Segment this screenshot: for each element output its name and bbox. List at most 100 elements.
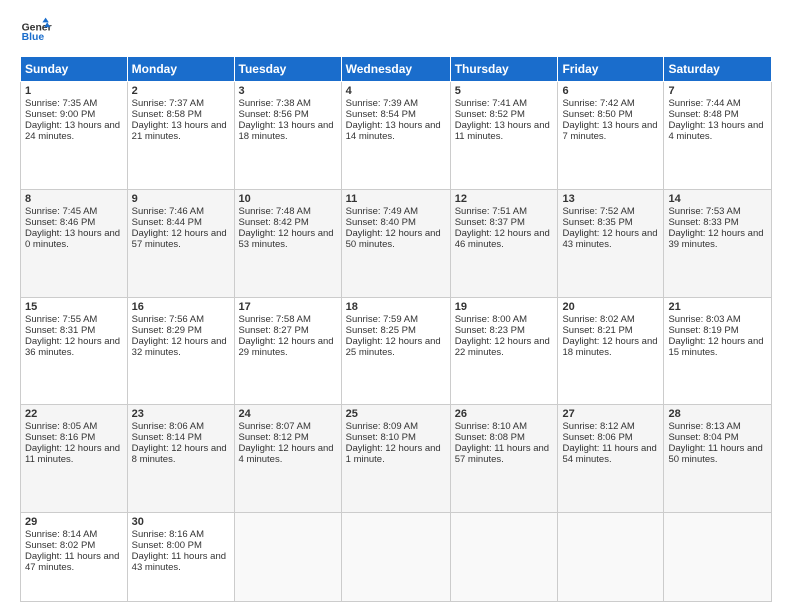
sunset-text: Sunset: 8:56 PM [239,109,309,120]
sunrise-text: Sunrise: 8:10 AM [455,421,527,432]
day-number: 4 [346,85,446,97]
sunset-text: Sunset: 8:25 PM [346,325,416,336]
sunset-text: Sunset: 8:31 PM [25,325,95,336]
sunrise-text: Sunrise: 8:14 AM [25,529,97,540]
calendar-cell: 1Sunrise: 7:35 AMSunset: 9:00 PMDaylight… [21,82,128,190]
sunset-text: Sunset: 8:16 PM [25,432,95,443]
sunrise-text: Sunrise: 7:49 AM [346,206,418,217]
daylight-text: Daylight: 13 hours and 24 minutes. [25,120,120,142]
sunrise-text: Sunrise: 7:35 AM [25,98,97,109]
day-number: 17 [239,301,337,313]
day-number: 27 [562,408,659,420]
calendar-cell: 6Sunrise: 7:42 AMSunset: 8:50 PMDaylight… [558,82,664,190]
calendar-cell [450,513,558,602]
sunrise-text: Sunrise: 7:44 AM [668,98,740,109]
daylight-text: Daylight: 12 hours and 29 minutes. [239,336,334,358]
calendar-cell: 4Sunrise: 7:39 AMSunset: 8:54 PMDaylight… [341,82,450,190]
calendar-day-header: Saturday [664,57,772,82]
sunrise-text: Sunrise: 7:55 AM [25,314,97,325]
sunset-text: Sunset: 8:08 PM [455,432,525,443]
calendar-day-header: Thursday [450,57,558,82]
day-number: 11 [346,193,446,205]
day-number: 12 [455,193,554,205]
day-number: 8 [25,193,123,205]
calendar-day-header: Tuesday [234,57,341,82]
day-number: 14 [668,193,767,205]
daylight-text: Daylight: 11 hours and 54 minutes. [562,443,656,465]
day-number: 21 [668,301,767,313]
daylight-text: Daylight: 12 hours and 57 minutes. [132,228,227,250]
sunrise-text: Sunrise: 7:37 AM [132,98,204,109]
sunset-text: Sunset: 9:00 PM [25,109,95,120]
sunrise-text: Sunrise: 7:53 AM [668,206,740,217]
sunset-text: Sunset: 8:21 PM [562,325,632,336]
calendar-cell: 20Sunrise: 8:02 AMSunset: 8:21 PMDayligh… [558,297,664,405]
day-number: 26 [455,408,554,420]
sunset-text: Sunset: 8:00 PM [132,540,202,551]
day-number: 30 [132,516,230,528]
calendar-cell: 8Sunrise: 7:45 AMSunset: 8:46 PMDaylight… [21,189,128,297]
sunset-text: Sunset: 8:46 PM [25,217,95,228]
sunset-text: Sunset: 8:42 PM [239,217,309,228]
sunset-text: Sunset: 8:37 PM [455,217,525,228]
daylight-text: Daylight: 12 hours and 36 minutes. [25,336,120,358]
calendar-cell: 29Sunrise: 8:14 AMSunset: 8:02 PMDayligh… [21,513,128,602]
svg-text:Blue: Blue [22,32,45,43]
calendar-cell [341,513,450,602]
calendar-cell [558,513,664,602]
sunrise-text: Sunrise: 7:56 AM [132,314,204,325]
sunrise-text: Sunrise: 8:07 AM [239,421,311,432]
sunrise-text: Sunrise: 7:46 AM [132,206,204,217]
calendar-day-header: Monday [127,57,234,82]
calendar-day-header: Wednesday [341,57,450,82]
sunrise-text: Sunrise: 7:58 AM [239,314,311,325]
calendar-row: 1Sunrise: 7:35 AMSunset: 9:00 PMDaylight… [21,82,772,190]
calendar-cell: 12Sunrise: 7:51 AMSunset: 8:37 PMDayligh… [450,189,558,297]
sunset-text: Sunset: 8:04 PM [668,432,738,443]
sunset-text: Sunset: 8:44 PM [132,217,202,228]
daylight-text: Daylight: 12 hours and 11 minutes. [25,443,120,465]
calendar-cell: 7Sunrise: 7:44 AMSunset: 8:48 PMDaylight… [664,82,772,190]
sunset-text: Sunset: 8:35 PM [562,217,632,228]
calendar-cell: 5Sunrise: 7:41 AMSunset: 8:52 PMDaylight… [450,82,558,190]
calendar-cell: 24Sunrise: 8:07 AMSunset: 8:12 PMDayligh… [234,405,341,513]
sunrise-text: Sunrise: 8:06 AM [132,421,204,432]
daylight-text: Daylight: 13 hours and 14 minutes. [346,120,441,142]
calendar-cell: 3Sunrise: 7:38 AMSunset: 8:56 PMDaylight… [234,82,341,190]
day-number: 5 [455,85,554,97]
calendar-cell: 30Sunrise: 8:16 AMSunset: 8:00 PMDayligh… [127,513,234,602]
calendar-cell: 2Sunrise: 7:37 AMSunset: 8:58 PMDaylight… [127,82,234,190]
day-number: 16 [132,301,230,313]
calendar-cell: 21Sunrise: 8:03 AMSunset: 8:19 PMDayligh… [664,297,772,405]
day-number: 7 [668,85,767,97]
calendar-cell: 10Sunrise: 7:48 AMSunset: 8:42 PMDayligh… [234,189,341,297]
calendar-cell: 28Sunrise: 8:13 AMSunset: 8:04 PMDayligh… [664,405,772,513]
daylight-text: Daylight: 11 hours and 47 minutes. [25,551,119,573]
sunset-text: Sunset: 8:48 PM [668,109,738,120]
sunrise-text: Sunrise: 7:38 AM [239,98,311,109]
sunrise-text: Sunrise: 7:41 AM [455,98,527,109]
sunset-text: Sunset: 8:19 PM [668,325,738,336]
sunset-text: Sunset: 8:58 PM [132,109,202,120]
calendar-cell: 22Sunrise: 8:05 AMSunset: 8:16 PMDayligh… [21,405,128,513]
sunset-text: Sunset: 8:06 PM [562,432,632,443]
sunset-text: Sunset: 8:27 PM [239,325,309,336]
sunrise-text: Sunrise: 8:05 AM [25,421,97,432]
calendar-table: SundayMondayTuesdayWednesdayThursdayFrid… [20,56,772,602]
daylight-text: Daylight: 11 hours and 57 minutes. [455,443,549,465]
day-number: 10 [239,193,337,205]
daylight-text: Daylight: 12 hours and 25 minutes. [346,336,441,358]
sunrise-text: Sunrise: 7:59 AM [346,314,418,325]
sunrise-text: Sunrise: 7:52 AM [562,206,634,217]
daylight-text: Daylight: 11 hours and 50 minutes. [668,443,762,465]
calendar-day-header: Friday [558,57,664,82]
calendar-cell: 25Sunrise: 8:09 AMSunset: 8:10 PMDayligh… [341,405,450,513]
daylight-text: Daylight: 12 hours and 50 minutes. [346,228,441,250]
daylight-text: Daylight: 12 hours and 1 minute. [346,443,441,465]
sunrise-text: Sunrise: 7:48 AM [239,206,311,217]
day-number: 25 [346,408,446,420]
daylight-text: Daylight: 12 hours and 22 minutes. [455,336,550,358]
sunrise-text: Sunrise: 8:03 AM [668,314,740,325]
daylight-text: Daylight: 13 hours and 21 minutes. [132,120,227,142]
sunrise-text: Sunrise: 8:00 AM [455,314,527,325]
